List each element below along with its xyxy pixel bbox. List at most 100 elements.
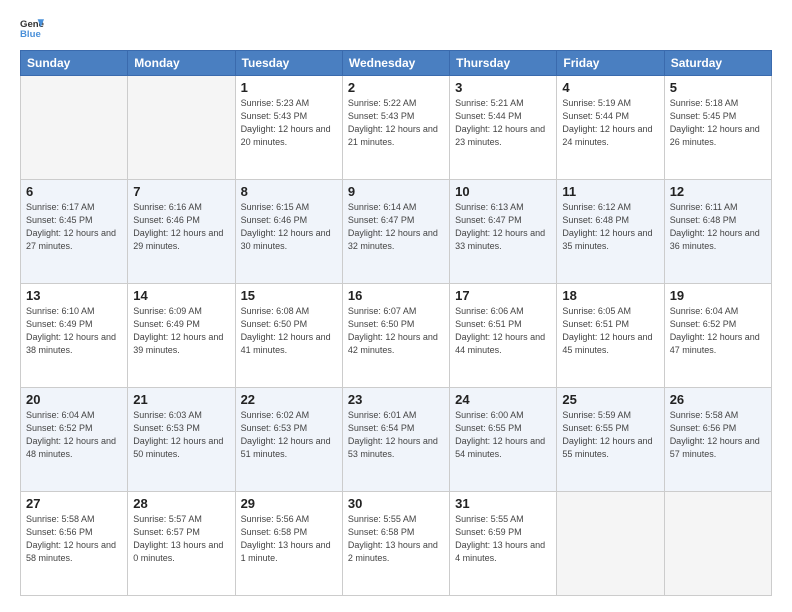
calendar-cell: 19 Sunrise: 6:04 AMSunset: 6:52 PMDayligh… — [664, 284, 771, 388]
col-tuesday: Tuesday — [235, 51, 342, 76]
logo: General Blue — [20, 16, 48, 40]
day-info: Sunrise: 5:57 AMSunset: 6:57 PMDaylight:… — [133, 513, 229, 565]
calendar-cell: 15 Sunrise: 6:08 AMSunset: 6:50 PMDayligh… — [235, 284, 342, 388]
day-number: 25 — [562, 392, 658, 407]
day-info: Sunrise: 6:16 AMSunset: 6:46 PMDaylight:… — [133, 201, 229, 253]
day-info: Sunrise: 6:14 AMSunset: 6:47 PMDaylight:… — [348, 201, 444, 253]
day-info: Sunrise: 6:11 AMSunset: 6:48 PMDaylight:… — [670, 201, 766, 253]
calendar-cell — [557, 492, 664, 596]
day-number: 8 — [241, 184, 337, 199]
day-number: 22 — [241, 392, 337, 407]
calendar-header-row: Sunday Monday Tuesday Wednesday Thursday… — [21, 51, 772, 76]
calendar-cell: 1 Sunrise: 5:23 AMSunset: 5:43 PMDaylight… — [235, 76, 342, 180]
calendar-cell: 9 Sunrise: 6:14 AMSunset: 6:47 PMDaylight… — [342, 180, 449, 284]
calendar-cell: 31 Sunrise: 5:55 AMSunset: 6:59 PMDayligh… — [450, 492, 557, 596]
day-number: 14 — [133, 288, 229, 303]
day-info: Sunrise: 6:13 AMSunset: 6:47 PMDaylight:… — [455, 201, 551, 253]
svg-text:Blue: Blue — [20, 29, 41, 40]
day-number: 15 — [241, 288, 337, 303]
calendar-cell: 7 Sunrise: 6:16 AMSunset: 6:46 PMDaylight… — [128, 180, 235, 284]
day-info: Sunrise: 6:02 AMSunset: 6:53 PMDaylight:… — [241, 409, 337, 461]
calendar-cell: 2Sunrise: 5:22 AMSunset: 5:43 PMDaylight… — [342, 76, 449, 180]
day-number: 10 — [455, 184, 551, 199]
day-info: Sunrise: 5:55 AMSunset: 6:58 PMDaylight:… — [348, 513, 444, 565]
day-info: Sunrise: 5:23 AMSunset: 5:43 PMDaylight:… — [241, 97, 337, 149]
col-sunday: Sunday — [21, 51, 128, 76]
day-info: Sunrise: 6:00 AMSunset: 6:55 PMDaylight:… — [455, 409, 551, 461]
day-info: Sunrise: 5:56 AMSunset: 6:58 PMDaylight:… — [241, 513, 337, 565]
day-info: Sunrise: 6:05 AMSunset: 6:51 PMDaylight:… — [562, 305, 658, 357]
day-number: 2 — [348, 80, 444, 95]
day-number: 12 — [670, 184, 766, 199]
calendar-table: Sunday Monday Tuesday Wednesday Thursday… — [20, 50, 772, 596]
calendar-cell: 26Sunrise: 5:58 AMSunset: 6:56 PMDayligh… — [664, 388, 771, 492]
col-friday: Friday — [557, 51, 664, 76]
calendar-cell: 13 Sunrise: 6:10 AMSunset: 6:49 PMDayligh… — [21, 284, 128, 388]
day-number: 3 — [455, 80, 551, 95]
day-info: Sunrise: 5:58 AMSunset: 6:56 PMDaylight:… — [26, 513, 122, 565]
calendar-week-row: 6 Sunrise: 6:17 AMSunset: 6:45 PMDaylight… — [21, 180, 772, 284]
day-info: Sunrise: 5:21 AMSunset: 5:44 PMDaylight:… — [455, 97, 551, 149]
page: General Blue Sunday Monday Tuesday Wedne… — [0, 0, 792, 612]
calendar-cell: 4Sunrise: 5:19 AMSunset: 5:44 PMDaylight… — [557, 76, 664, 180]
calendar-cell: 25 Sunrise: 5:59 AMSunset: 6:55 PMDayligh… — [557, 388, 664, 492]
calendar-cell — [664, 492, 771, 596]
day-info: Sunrise: 6:03 AMSunset: 6:53 PMDaylight:… — [133, 409, 229, 461]
calendar-cell: 5Sunrise: 5:18 AMSunset: 5:45 PMDaylight… — [664, 76, 771, 180]
calendar-cell: 22 Sunrise: 6:02 AMSunset: 6:53 PMDayligh… — [235, 388, 342, 492]
day-info: Sunrise: 6:09 AMSunset: 6:49 PMDaylight:… — [133, 305, 229, 357]
day-info: Sunrise: 6:15 AMSunset: 6:46 PMDaylight:… — [241, 201, 337, 253]
day-number: 16 — [348, 288, 444, 303]
day-number: 9 — [348, 184, 444, 199]
day-info: Sunrise: 6:01 AMSunset: 6:54 PMDaylight:… — [348, 409, 444, 461]
calendar-week-row: 27 Sunrise: 5:58 AMSunset: 6:56 PMDayligh… — [21, 492, 772, 596]
day-number: 18 — [562, 288, 658, 303]
col-monday: Monday — [128, 51, 235, 76]
day-number: 7 — [133, 184, 229, 199]
day-number: 6 — [26, 184, 122, 199]
day-number: 31 — [455, 496, 551, 511]
day-number: 28 — [133, 496, 229, 511]
calendar-cell: 12 Sunrise: 6:11 AMSunset: 6:48 PMDayligh… — [664, 180, 771, 284]
col-thursday: Thursday — [450, 51, 557, 76]
calendar-cell: 17 Sunrise: 6:06 AMSunset: 6:51 PMDayligh… — [450, 284, 557, 388]
calendar-cell: 14 Sunrise: 6:09 AMSunset: 6:49 PMDayligh… — [128, 284, 235, 388]
day-info: Sunrise: 6:10 AMSunset: 6:49 PMDaylight:… — [26, 305, 122, 357]
calendar-cell: 27 Sunrise: 5:58 AMSunset: 6:56 PMDayligh… — [21, 492, 128, 596]
calendar-cell: 8 Sunrise: 6:15 AMSunset: 6:46 PMDaylight… — [235, 180, 342, 284]
day-info: Sunrise: 6:06 AMSunset: 6:51 PMDaylight:… — [455, 305, 551, 357]
calendar-cell: 21 Sunrise: 6:03 AMSunset: 6:53 PMDayligh… — [128, 388, 235, 492]
day-info: Sunrise: 5:59 AMSunset: 6:55 PMDaylight:… — [562, 409, 658, 461]
day-info: Sunrise: 6:17 AMSunset: 6:45 PMDaylight:… — [26, 201, 122, 253]
calendar-cell: 29 Sunrise: 5:56 AMSunset: 6:58 PMDayligh… — [235, 492, 342, 596]
calendar-cell: 18 Sunrise: 6:05 AMSunset: 6:51 PMDayligh… — [557, 284, 664, 388]
calendar-cell: 3 Sunrise: 5:21 AMSunset: 5:44 PMDaylight… — [450, 76, 557, 180]
day-number: 29 — [241, 496, 337, 511]
day-number: 24 — [455, 392, 551, 407]
day-info: Sunrise: 6:12 AMSunset: 6:48 PMDaylight:… — [562, 201, 658, 253]
day-info: Sunrise: 6:07 AMSunset: 6:50 PMDaylight:… — [348, 305, 444, 357]
day-number: 5 — [670, 80, 766, 95]
day-info: Sunrise: 6:04 AMSunset: 6:52 PMDaylight:… — [670, 305, 766, 357]
day-number: 13 — [26, 288, 122, 303]
calendar-cell: 28 Sunrise: 5:57 AMSunset: 6:57 PMDayligh… — [128, 492, 235, 596]
logo-icon: General Blue — [20, 16, 44, 40]
day-number: 1 — [241, 80, 337, 95]
day-number: 27 — [26, 496, 122, 511]
calendar-cell: 30 Sunrise: 5:55 AMSunset: 6:58 PMDayligh… — [342, 492, 449, 596]
day-number: 21 — [133, 392, 229, 407]
calendar-week-row: 13 Sunrise: 6:10 AMSunset: 6:49 PMDayligh… — [21, 284, 772, 388]
day-info: Sunrise: 5:55 AMSunset: 6:59 PMDaylight:… — [455, 513, 551, 565]
calendar-week-row: 20Sunrise: 6:04 AMSunset: 6:52 PMDayligh… — [21, 388, 772, 492]
day-number: 30 — [348, 496, 444, 511]
day-info: Sunrise: 5:19 AMSunset: 5:44 PMDaylight:… — [562, 97, 658, 149]
day-info: Sunrise: 5:58 AMSunset: 6:56 PMDaylight:… — [670, 409, 766, 461]
calendar-cell — [128, 76, 235, 180]
calendar-cell — [21, 76, 128, 180]
day-info: Sunrise: 6:08 AMSunset: 6:50 PMDaylight:… — [241, 305, 337, 357]
day-number: 11 — [562, 184, 658, 199]
day-info: Sunrise: 6:04 AMSunset: 6:52 PMDaylight:… — [26, 409, 122, 461]
day-number: 19 — [670, 288, 766, 303]
calendar-week-row: 1 Sunrise: 5:23 AMSunset: 5:43 PMDaylight… — [21, 76, 772, 180]
day-number: 17 — [455, 288, 551, 303]
